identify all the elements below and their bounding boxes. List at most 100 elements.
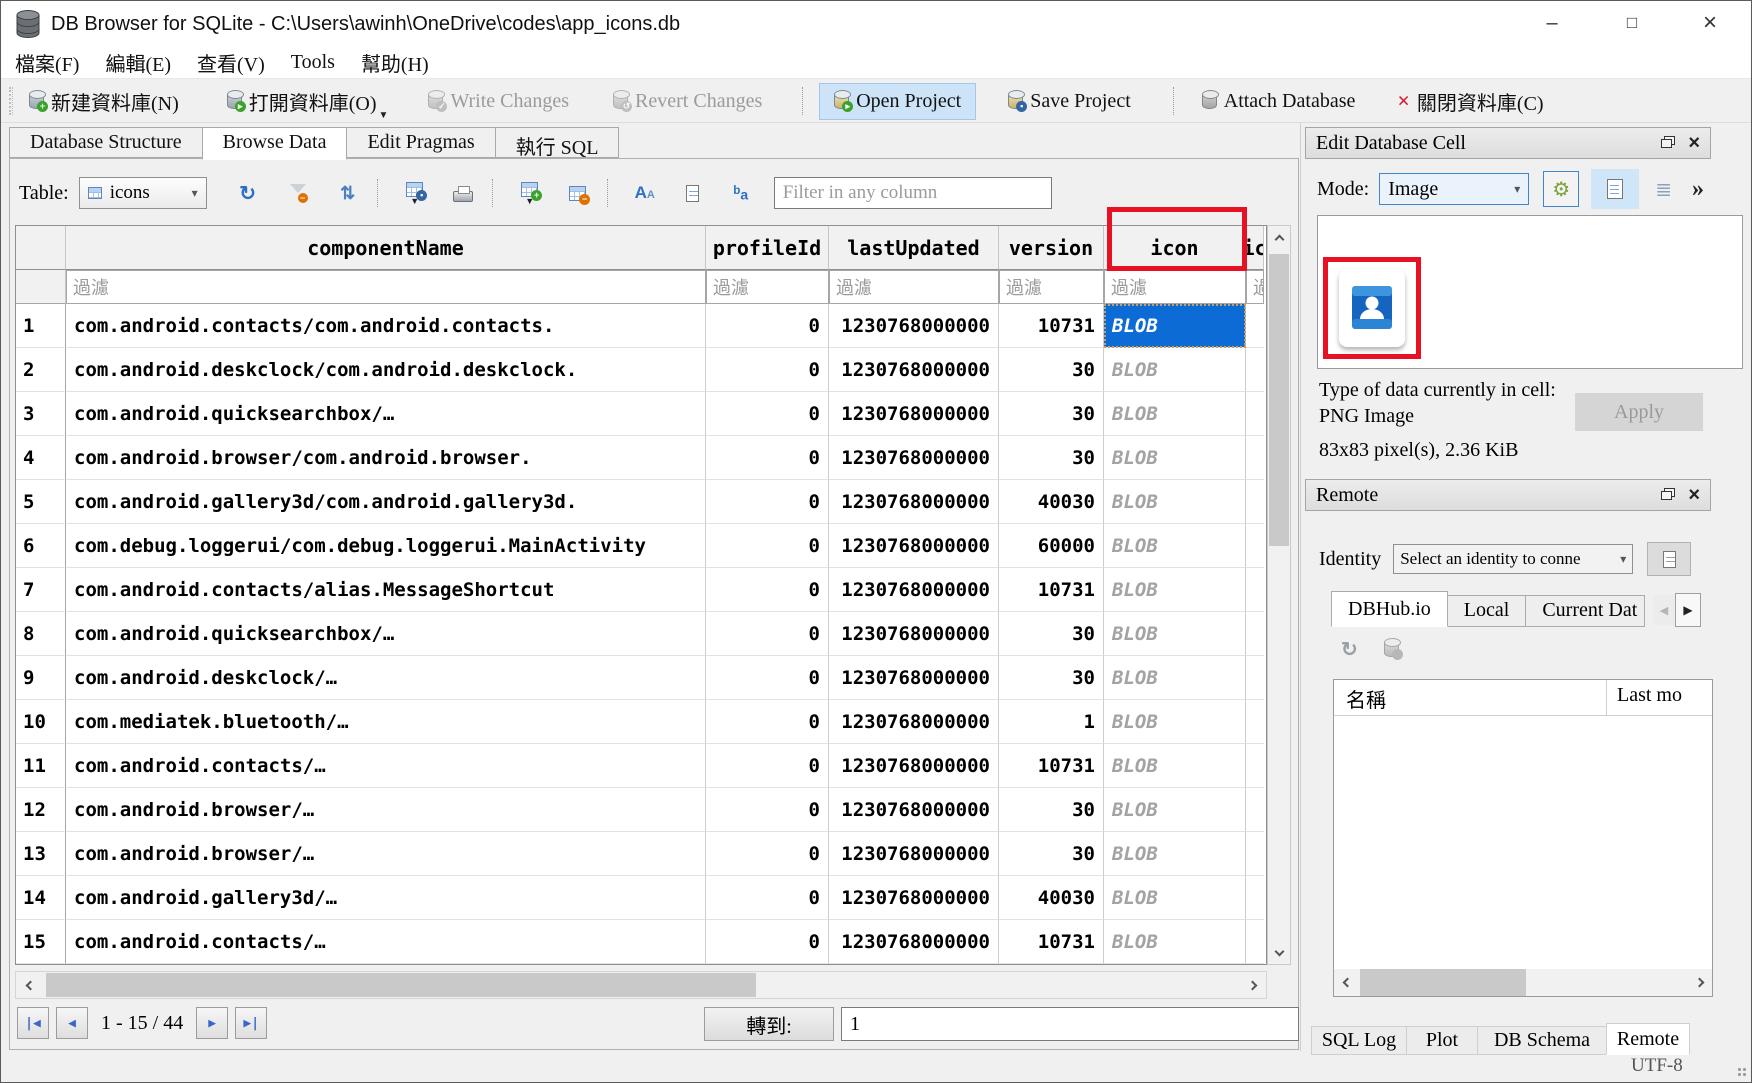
cell-r2-version[interactable]: 30: [999, 348, 1104, 392]
filter-version[interactable]: 過濾: [999, 270, 1104, 304]
minimize-button[interactable]: –: [1529, 7, 1575, 39]
goto-record-input[interactable]: [841, 1007, 1299, 1041]
cell-r9-ic[interactable]: [1246, 656, 1264, 700]
vertical-scrollbar-thumb[interactable]: [1269, 254, 1289, 546]
float-dock-icon[interactable]: [1661, 491, 1672, 500]
cell-r5-version[interactable]: 40030: [999, 480, 1104, 524]
cell-r7-version[interactable]: 10731: [999, 568, 1104, 612]
cell-r11-icon[interactable]: BLOB: [1104, 744, 1246, 788]
cell-r5-componentName[interactable]: com.android.gallery3d/com.android.galler…: [66, 480, 706, 524]
pane-splitter[interactable]: [1300, 123, 1301, 1051]
identity-import-button[interactable]: [1647, 542, 1691, 576]
cell-r15-ic[interactable]: [1246, 920, 1264, 964]
cell-r11-lastUpdated[interactable]: 1230768000000: [829, 744, 999, 788]
cell-r11-profileId[interactable]: 0: [706, 744, 829, 788]
cell-r1-componentName[interactable]: com.android.contacts/com.android.contact…: [66, 304, 706, 348]
cell-r10-lastUpdated[interactable]: 1230768000000: [829, 700, 999, 744]
cell-r1-ic[interactable]: [1246, 304, 1264, 348]
cell-r8-profileId[interactable]: 0: [706, 612, 829, 656]
cell-r6-lastUpdated[interactable]: 1230768000000: [829, 524, 999, 568]
cell-r1-lastUpdated[interactable]: 1230768000000: [829, 304, 999, 348]
open-in-editor-button[interactable]: [1591, 169, 1639, 209]
cell-r9-icon[interactable]: BLOB: [1104, 656, 1246, 700]
encoding-status[interactable]: UTF-8: [1631, 1055, 1683, 1077]
apply-button[interactable]: Apply: [1575, 393, 1703, 431]
cell-r9-lastUpdated[interactable]: 1230768000000: [829, 656, 999, 700]
row-number-6[interactable]: 6: [16, 524, 66, 568]
remote-tab-local[interactable]: Local: [1447, 595, 1527, 627]
column-header-lastUpdated[interactable]: lastUpdated: [829, 226, 999, 270]
cell-r14-ic[interactable]: [1246, 876, 1264, 920]
cell-r9-profileId[interactable]: 0: [706, 656, 829, 700]
cell-r4-profileId[interactable]: 0: [706, 436, 829, 480]
row-number-3[interactable]: 3: [16, 392, 66, 436]
filter-any-column-input[interactable]: [774, 177, 1052, 209]
dock-tab-remote[interactable]: Remote: [1606, 1023, 1690, 1055]
scroll-left-button[interactable]: [16, 972, 44, 998]
cell-r12-ic[interactable]: [1246, 788, 1264, 832]
maximize-button[interactable]: □: [1609, 7, 1655, 39]
menu-item-tools[interactable]: Tools: [279, 48, 347, 77]
cell-r6-ic[interactable]: [1246, 524, 1264, 568]
cell-r15-version[interactable]: 10731: [999, 920, 1104, 964]
cell-r3-icon[interactable]: BLOB: [1104, 392, 1246, 436]
row-number-12[interactable]: 12: [16, 788, 66, 832]
cell-r3-profileId[interactable]: 0: [706, 392, 829, 436]
cell-r5-icon[interactable]: BLOB: [1104, 480, 1246, 524]
cell-r9-componentName[interactable]: com.android.deskclock/…: [66, 656, 706, 700]
delete-record-button[interactable]: −: [561, 175, 595, 211]
print-button[interactable]: [446, 175, 480, 211]
save-project-button[interactable]: ▪ Save Project: [1002, 86, 1137, 117]
remote-scroll-right-button[interactable]: [1686, 969, 1712, 996]
identity-selector[interactable]: Select an identity to conne ▾: [1393, 544, 1633, 574]
cell-r12-profileId[interactable]: 0: [706, 788, 829, 832]
cell-r10-profileId[interactable]: 0: [706, 700, 829, 744]
cell-r4-componentName[interactable]: com.android.browser/com.android.browser.: [66, 436, 706, 480]
column-header-profileId[interactable]: profileId: [706, 226, 829, 270]
remote-tab-dbhub.io[interactable]: DBHub.io: [1331, 591, 1448, 627]
cell-r8-ic[interactable]: [1246, 612, 1264, 656]
filter-componentName[interactable]: 過濾: [66, 270, 706, 304]
cell-r13-icon[interactable]: BLOB: [1104, 832, 1246, 876]
cell-r2-ic[interactable]: [1246, 348, 1264, 392]
remote-tabs-scroll-right[interactable]: ▶: [1675, 593, 1701, 627]
horizontal-scrollbar-thumb[interactable]: [46, 973, 756, 997]
close-dock-icon[interactable]: ×: [1688, 135, 1700, 151]
remote-scroll-left-button[interactable]: [1334, 969, 1360, 996]
column-header-version[interactable]: version: [999, 226, 1104, 270]
save-filter-button[interactable]: ⇅: [331, 175, 365, 211]
remote-horizontal-scrollbar[interactable]: [1334, 969, 1712, 996]
cell-r2-componentName[interactable]: com.android.deskclock/com.android.deskcl…: [66, 348, 706, 392]
cell-r14-version[interactable]: 40030: [999, 876, 1104, 920]
cell-r12-version[interactable]: 30: [999, 788, 1104, 832]
scroll-up-button[interactable]: [1268, 226, 1290, 252]
cell-r5-lastUpdated[interactable]: 1230768000000: [829, 480, 999, 524]
cell-r15-profileId[interactable]: 0: [706, 920, 829, 964]
cell-r11-ic[interactable]: [1246, 744, 1264, 788]
column-header-componentName[interactable]: componentName: [66, 226, 706, 270]
menu-item-v[interactable]: 查看(V): [185, 45, 277, 80]
cell-r1-icon[interactable]: BLOB: [1104, 304, 1246, 348]
close-dock-icon[interactable]: ×: [1688, 487, 1700, 503]
cell-r10-ic[interactable]: [1246, 700, 1264, 744]
main-tab-browse-data[interactable]: Browse Data: [202, 127, 348, 160]
close-button[interactable]: ×: [1687, 7, 1733, 39]
horizontal-scrollbar[interactable]: [15, 971, 1267, 999]
next-page-button[interactable]: ▶: [196, 1007, 228, 1039]
remote-name-column-header[interactable]: 名稱: [1334, 680, 1606, 715]
cell-r8-componentName[interactable]: com.android.quicksearchbox/…: [66, 612, 706, 656]
row-number-9[interactable]: 9: [16, 656, 66, 700]
cell-r15-lastUpdated[interactable]: 1230768000000: [829, 920, 999, 964]
row-number-2[interactable]: 2: [16, 348, 66, 392]
cell-r2-profileId[interactable]: 0: [706, 348, 829, 392]
column-header-icon[interactable]: icon: [1104, 226, 1246, 270]
menu-item-f[interactable]: 檔案(F): [3, 45, 91, 80]
remote-modified-column-header[interactable]: Last mo: [1606, 680, 1712, 715]
import-export-button[interactable]: ⚙: [1543, 171, 1579, 207]
cell-r13-ic[interactable]: [1246, 832, 1264, 876]
cell-r14-lastUpdated[interactable]: 1230768000000: [829, 876, 999, 920]
cell-r15-icon[interactable]: BLOB: [1104, 920, 1246, 964]
filter-ic[interactable]: 過濾: [1246, 270, 1264, 304]
float-dock-icon[interactable]: [1661, 139, 1672, 148]
cell-r4-ic[interactable]: [1246, 436, 1264, 480]
